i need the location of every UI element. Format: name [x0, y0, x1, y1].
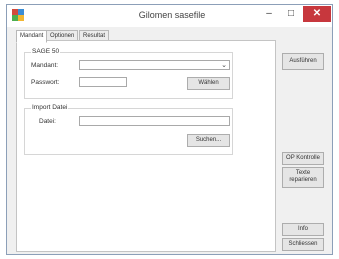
minimize-button[interactable]: – [259, 6, 279, 22]
schliessen-button[interactable]: Schliessen [282, 238, 324, 251]
main-window: Gilomen sasefile – □ ✕ Mandant Optionen … [6, 4, 333, 255]
waehlen-button[interactable]: Wählen [187, 77, 230, 90]
window-title: Gilomen sasefile [138, 10, 206, 20]
ausfuehren-button[interactable]: Ausführen [282, 53, 324, 70]
op-kontrolle-button[interactable]: OP Kontrolle [282, 152, 324, 165]
texte-reparieren-line1: Texte [295, 170, 311, 176]
group-title-import: Import Datei [31, 104, 69, 111]
passwort-label: Passwort: [31, 79, 60, 86]
texte-reparieren-button[interactable]: Texte reparieren [282, 167, 324, 188]
maximize-button[interactable]: □ [281, 6, 301, 22]
mandant-label: Mandant: [31, 62, 59, 69]
app-icon [12, 9, 24, 21]
mandant-select[interactable]: ⌄ [79, 60, 230, 70]
datei-field[interactable] [79, 116, 230, 126]
passwort-field[interactable] [79, 77, 127, 87]
title-bar: Gilomen sasefile – □ ✕ [7, 5, 332, 27]
texte-reparieren-line2: reparieren [289, 177, 317, 183]
close-button[interactable]: ✕ [303, 6, 331, 22]
suchen-button[interactable]: Suchen... [187, 134, 230, 147]
group-sage50: SAGE 50 Mandant: ⌄ Passwort: Wählen [24, 48, 233, 99]
datei-label: Datei: [39, 118, 56, 125]
group-title-sage50: SAGE 50 [31, 48, 61, 55]
tab-panel-mandant: SAGE 50 Mandant: ⌄ Passwort: Wählen Impo… [16, 40, 276, 252]
tab-mandant[interactable]: Mandant [16, 30, 48, 43]
group-import-datei: Import Datei Datei: Suchen... [24, 104, 233, 155]
info-button[interactable]: Info [282, 223, 324, 236]
chevron-down-icon: ⌄ [221, 62, 227, 69]
